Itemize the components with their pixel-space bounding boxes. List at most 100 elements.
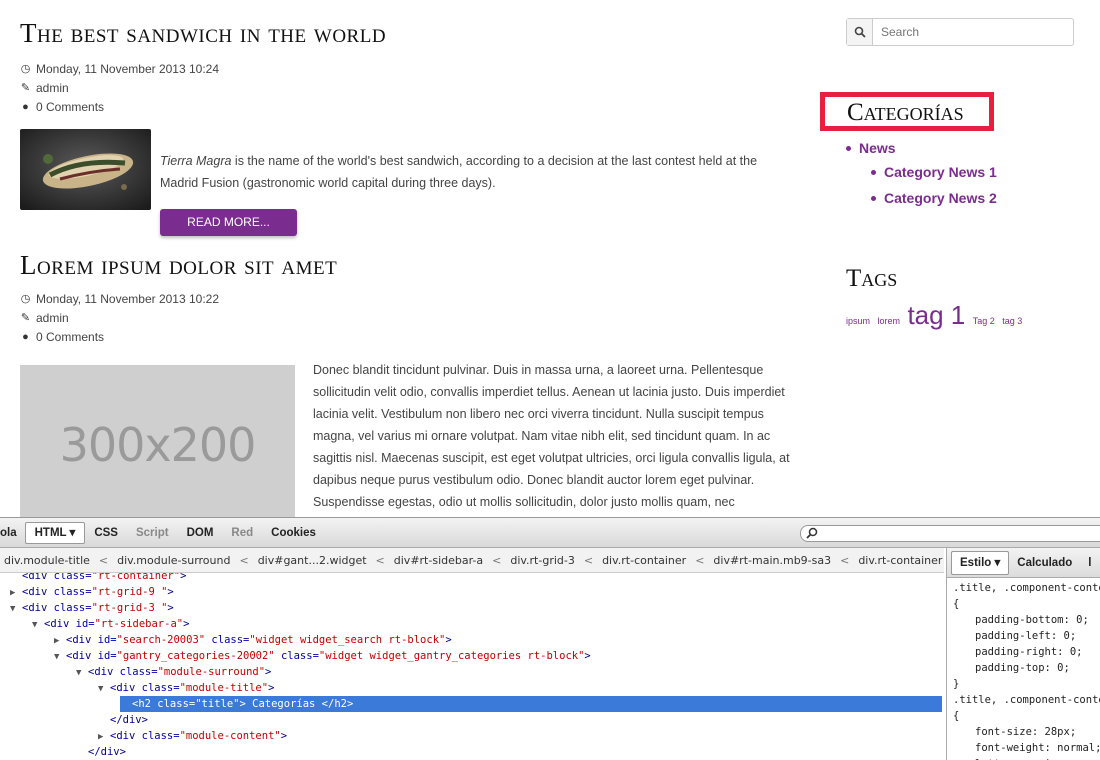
intro-text: is the name of the world's best sandwich… [160,154,758,190]
tag-link[interactable]: Tag 2 [973,316,995,326]
twisty-icon[interactable]: ▶ [10,585,22,601]
attr-name: id= [69,618,95,630]
tag-link[interactable]: tag 3 [1002,316,1022,326]
tab-layout[interactable]: l [1080,552,1099,574]
category-label: Category News 1 [884,164,997,180]
css-line[interactable]: font-weight: normal; [953,740,1100,756]
article-date: Monday, 11 November 2013 10:24 [36,62,220,76]
breadcrumb-item[interactable]: div.rt-container [854,554,944,567]
twisty-icon[interactable]: ▼ [54,649,66,665]
css-line[interactable]: padding-bottom: 0; [953,612,1095,628]
devtools-search-input[interactable] [800,525,1100,542]
css-line[interactable]: { [953,708,1095,724]
category-item-news-2[interactable]: Category News 2 [871,190,997,206]
tab-console[interactable]: ola [0,523,25,543]
twisty-icon[interactable]: ▼ [76,665,88,681]
attr-name: class= [150,698,196,710]
tag-name: <h2 [132,698,151,710]
style-side-panel: Estilo ▾ Calculado l .title, .component-… [946,548,1100,760]
tag-name: <div [110,682,136,694]
bullet-icon [846,145,851,151]
twisty-icon[interactable]: ▶ [98,729,110,745]
twisty-icon[interactable]: ▼ [32,617,44,633]
tab-script[interactable]: Script [127,523,178,543]
breadcrumb-item[interactable]: div.rt-grid-3 [506,554,579,567]
css-line[interactable]: padding-top: 0; [953,660,1095,676]
breadcrumb-item[interactable]: div.rt-container [598,554,690,567]
tree-node[interactable]: ▼ <div class="rt-grid-3 "> [10,600,174,616]
search-input[interactable] [873,19,1069,45]
read-more-button[interactable]: READ MORE... [160,209,297,236]
attr-name: class= [47,573,92,582]
pencil-icon: ✎ [20,82,31,94]
css-line[interactable]: .title, .component-conte [953,580,1100,596]
tree-node[interactable]: ▶ <div class="module-content"> [98,728,287,744]
tree-node[interactable]: ▼ <div id="gantry_categories-20002" class… [54,648,591,664]
tab-css[interactable]: CSS [85,523,127,543]
tab-html[interactable]: HTML ▾ [24,521,86,544]
attr-value: "title" [195,698,240,710]
tag-close: > [584,650,591,662]
search-icon [806,527,818,539]
breadcrumb-item[interactable]: div.module-surround [113,554,234,567]
tab-style[interactable]: Estilo ▾ [951,550,1010,575]
twisty-icon[interactable]: ▼ [10,601,22,617]
css-line[interactable]: font-size: 28px; [953,724,1095,740]
side-panel-tabs: Estilo ▾ Calculado l [947,548,1100,578]
attr-value: "rt-grid-9 " [91,586,168,598]
tag-link[interactable]: tag 1 [907,300,965,330]
attr-value: "rt-sidebar-a" [94,618,184,630]
article-intro: Tierra Magra is the name of the world's … [160,150,790,194]
breadcrumb-separator: < [239,553,249,567]
breadcrumb-item[interactable]: div.module-title [0,554,94,567]
tag-link[interactable]: lorem [877,316,900,326]
tag-link[interactable]: ipsum [846,316,870,326]
tag-name: </div> [110,714,148,726]
search-button[interactable] [847,19,873,45]
breadcrumb-item[interactable]: div#gant...2.widget [254,554,371,567]
css-line[interactable]: padding-left: 0; [953,628,1095,644]
twisty-icon[interactable]: ▼ [98,681,110,697]
search-box [846,18,1074,46]
article-title[interactable]: Lorem ipsum dolor sit amet [20,250,337,281]
tree-node[interactable]: ▶ <div class="rt-grid-9 "> [10,584,174,600]
tree-node[interactable]: ▼ <div class="module-surround"> [76,664,271,680]
css-rules: .title, .component-conte{padding-bottom:… [947,578,1100,760]
tree-node[interactable]: ▼ <div id="rt-sidebar-a"> [32,616,189,632]
sandwich-image[interactable] [20,129,151,210]
twisty-icon[interactable]: ▶ [54,633,66,649]
article-title[interactable]: The best sandwich in the world [20,18,386,49]
web-page: The best sandwich in the world ◷ Monday, … [0,0,1100,517]
css-line[interactable]: } [953,676,1095,692]
tree-node[interactable]: <div class="rt-container"> [10,573,186,584]
article-meta: ◷ Monday, 11 November 2013 10:22 ✎ admin ●… [20,290,219,347]
tag-close: > [265,666,272,678]
breadcrumb-item[interactable]: div#rt-main.mb9-sa3 [709,554,835,567]
tree-node[interactable]: ▶ <div id="search-20003" class="widget wi… [54,632,452,648]
css-line[interactable]: { [953,596,1095,612]
category-item-news-1[interactable]: Category News 1 [871,164,997,180]
tag-name: <div [22,573,48,582]
attr-value: "rt-container" [91,573,181,582]
css-line[interactable]: letter-spacing: norm [953,756,1100,760]
article-comments[interactable]: 0 Comments [36,98,104,117]
article-comments[interactable]: 0 Comments [36,328,104,347]
article-meta: ◷ Monday, 11 November 2013 10:24 ✎ admin ●… [20,60,219,117]
attr-name: id= [91,650,117,662]
tab-computed[interactable]: Calculado [1009,552,1080,574]
tab-cookies[interactable]: Cookies [262,523,325,543]
tree-node[interactable]: ▼ <div class="module-title"> [98,680,274,696]
tab-dom[interactable]: DOM [178,523,223,543]
tab-net[interactable]: Red [222,523,262,543]
css-line[interactable]: padding-right: 0; [953,644,1095,660]
attr-value: "widget widget_gantry_categories rt-bloc… [318,650,585,662]
intro-emphasis: Tierra Magra [160,154,232,168]
tree-node[interactable]: </div> [98,712,148,728]
css-line[interactable]: .title, .component-conte [953,692,1100,708]
breadcrumb-item[interactable]: div#rt-sidebar-a [390,554,487,567]
tag-cloud: ipsum lorem tag 1 Tag 2 tag 3 [846,300,1025,331]
tag-name: <div [88,666,114,678]
tree-node-selected[interactable]: <h2 class="title"> Categorías </h2> [120,696,942,712]
tree-node[interactable]: </div> [76,744,126,760]
category-item-news[interactable]: News [846,140,896,156]
